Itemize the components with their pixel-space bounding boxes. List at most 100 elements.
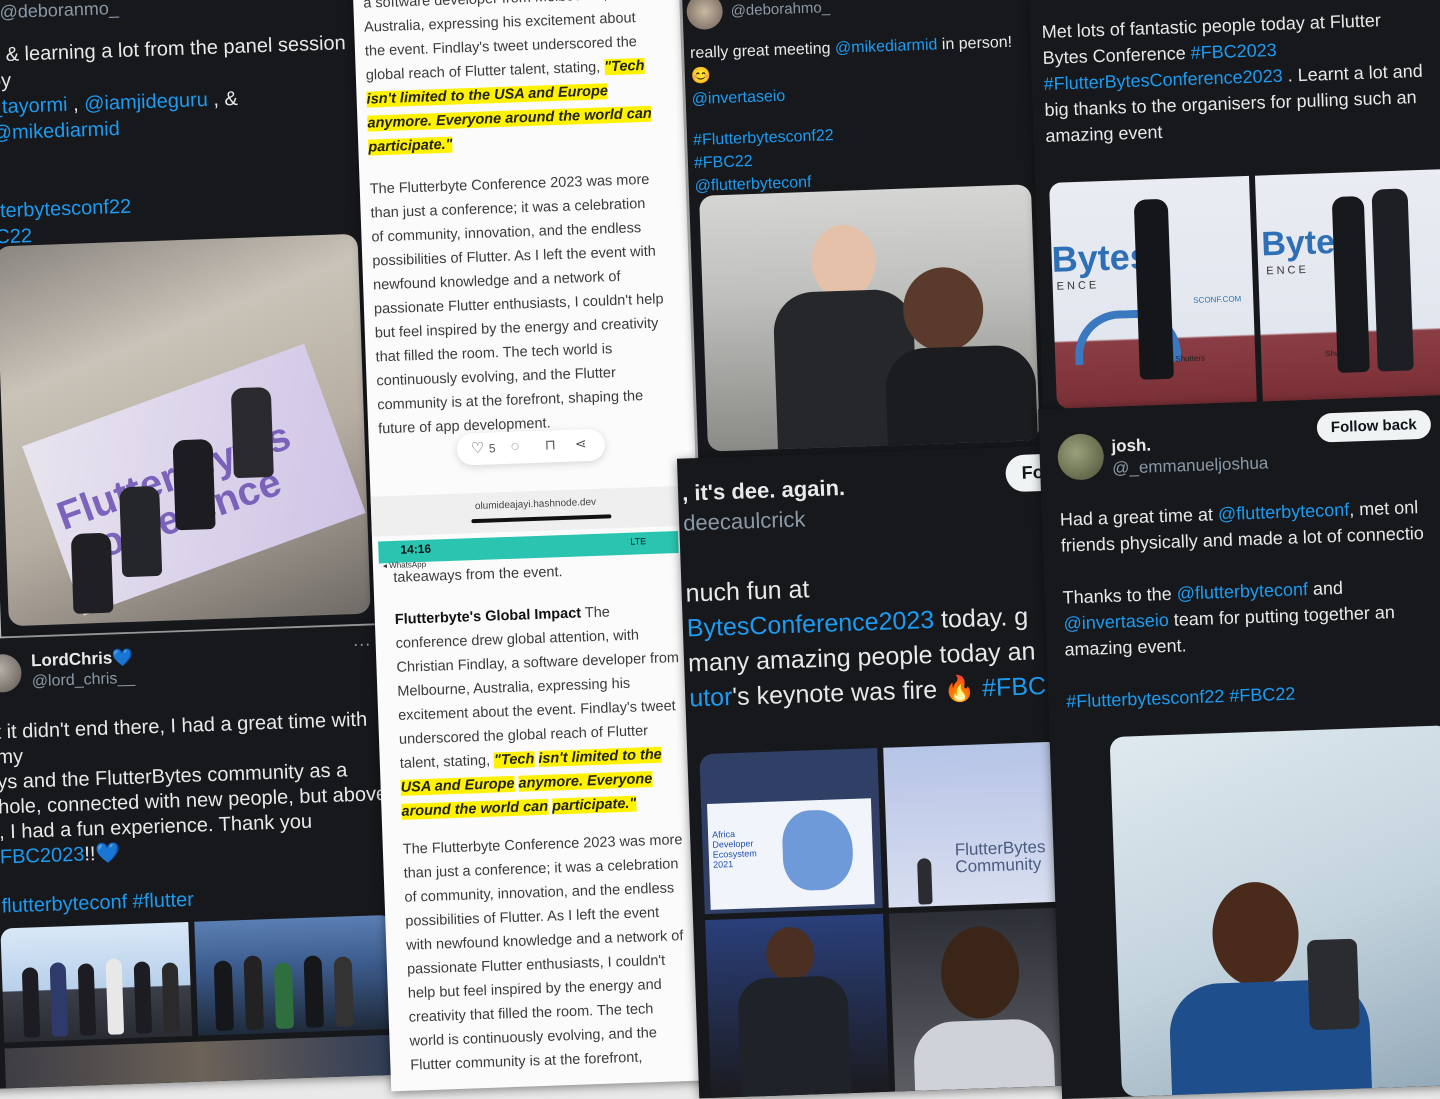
display-name-text: LordChris (30, 648, 113, 671)
person-figure (1371, 188, 1414, 372)
highlighted-quote: participate." (551, 795, 637, 815)
display-name[interactable]: , it's dee. again. (682, 475, 846, 507)
community-photo[interactable]: FlutterBytes Community (883, 741, 1067, 908)
banner-subtext: ENCE (1266, 263, 1310, 278)
tweet-line-text: Thanks to the (1062, 583, 1178, 608)
share-icon[interactable]: ⋖ (575, 435, 587, 452)
user-avatar[interactable] (686, 0, 724, 31)
group-photo[interactable] (4, 1034, 398, 1089)
slide-photo[interactable]: Africa Developer Ecosystem 2021 (699, 747, 883, 915)
tweet-text: Had a great time at @flutterbyteconf, me… (1059, 493, 1440, 715)
url-text[interactable]: olumideajayi.hashnode.dev (475, 497, 597, 512)
person-face (1210, 880, 1301, 988)
tweet-card-deecaulcrick: , it's dee. again. deecaulcrick Fo nuch … (676, 445, 1078, 1099)
mention-link[interactable]: _tayormi (0, 94, 68, 119)
tweet-card-emmanueljoshua: josh. @_emmanueljoshua Follow back Had a… (1038, 395, 1440, 1099)
tweet-line-text: Had a great time at (1059, 504, 1219, 530)
article-screenshot: a software developer from Melbourne, Aus… (352, 0, 718, 1092)
tweet-card-fbc2023: Met lots of fantastic people today at Fl… (1028, 0, 1440, 428)
tweet-line-tail: , met onl (1348, 497, 1419, 520)
mention-link[interactable]: @iamjideguru (84, 89, 208, 115)
sponsor-logo: Shutters (1175, 353, 1206, 364)
mention-link[interactable]: @mikediarmid (835, 36, 938, 57)
hashtag-link[interactable]: BytesConference2023 (686, 606, 934, 643)
signal-icon: LTE (630, 536, 647, 547)
selfie-photo[interactable] (699, 184, 1040, 452)
phone-icon (1306, 938, 1360, 1031)
home-indicator (471, 514, 612, 524)
article-top-lines: a software developer from Melbourne, Aus… (363, 0, 659, 160)
person-shirt (884, 344, 1038, 450)
group-photo[interactable] (194, 914, 397, 1036)
attendees-photo[interactable] (705, 913, 890, 1098)
speaker-figure (119, 485, 163, 578)
heart-icon: 💙 (111, 647, 134, 668)
speaker-figure (70, 532, 114, 614)
mirror-selfie-photo[interactable] (1109, 725, 1440, 1097)
speaker-figure (230, 386, 274, 479)
tweet-line-text: Bytes Conference (1042, 42, 1192, 69)
tweet-text: t it didn't end there, I had a great tim… (0, 707, 400, 920)
highlighted-quote: "Tech (493, 751, 535, 769)
tweet-card-lordchris: LordChris💙 @lord_chris__ ··· t it didn't… (0, 624, 400, 1090)
hashtag-link[interactable]: FBC2023 (0, 844, 85, 869)
hashtag-link[interactable]: #FBC (982, 672, 1047, 702)
tweet-handle[interactable]: @_emmanueljoshua (1112, 453, 1269, 478)
article-paragraph: The Flutterbyte Conference 2023 was more… (402, 828, 696, 1078)
bookmark-icon[interactable]: ⊓ (545, 436, 557, 453)
more-options-icon[interactable]: ··· (352, 633, 371, 655)
mention-link[interactable]: @mikediarmid (0, 118, 120, 144)
selfie-photo[interactable] (888, 907, 1074, 1092)
tweet-handle[interactable]: @deboranmo_ (0, 0, 119, 23)
separator: , & (207, 87, 239, 111)
tweet-line-tail: !!💙 (83, 842, 121, 866)
display-name[interactable]: josh. (1111, 435, 1151, 456)
highlighted-quote: "Tech (603, 57, 645, 76)
article-bottom-section: takeaways from the event. Flutterbyte's … (393, 556, 697, 1091)
mention-link[interactable]: @invertaseio (1063, 610, 1169, 634)
display-name[interactable]: LordChris💙 (31, 648, 134, 672)
tweet-card-deborahmo-selfie: @deborahmo_ really great meeting @mikedi… (681, 0, 1051, 460)
highlighted-quote: participate." (368, 136, 453, 156)
user-avatar[interactable] (0, 653, 23, 693)
tweet-line-text: really great meeting (689, 39, 836, 63)
person-face (810, 223, 877, 300)
article-paragraph: Flutterbyte's Global Impact The conferen… (394, 598, 687, 824)
article-top-section: a software developer from Melbourne, Aus… (363, 0, 669, 455)
article-paragraph: The Flutterbyte Conference 2023 was more… (369, 171, 664, 438)
conference-photo[interactable]: Bytes ENCE Shutters (1254, 168, 1440, 402)
mention-link[interactable]: @flutterbyteconf (1176, 579, 1308, 604)
africa-map (781, 808, 855, 892)
community-banner-text: FlutterBytes Community (954, 837, 1046, 877)
presentation-slide: Africa Developer Ecosystem 2021 (707, 798, 875, 910)
person-figure (1331, 195, 1370, 373)
banner-url: SCONF.COM (1193, 294, 1242, 305)
tweet-handle[interactable]: deecaulcrick (683, 506, 806, 536)
panel-session-photo[interactable]: Flutter Bytes Conference (0, 233, 371, 627)
tweet-line-tail: 's keynote was fire 🔥 (731, 674, 983, 711)
comment-icon[interactable]: ◌ (511, 438, 520, 454)
like-count: 5 (488, 441, 496, 456)
person-figure (1133, 198, 1174, 380)
tweet-line-tail: today. g (933, 602, 1029, 634)
mention-link[interactable]: utor (689, 683, 733, 712)
speaker-figure (172, 438, 216, 531)
tweet-handle[interactable]: @deborahmo_ (730, 0, 830, 20)
tweet-line-tail: and (1307, 577, 1344, 600)
article-action-bar: ♡ 5 ◌ ⊓ ⋖ (456, 428, 606, 466)
user-avatar[interactable] (1056, 433, 1105, 481)
mention-link[interactable]: @flutterbyteconf (1218, 500, 1350, 525)
follow-back-button[interactable]: Follow back (1316, 409, 1432, 443)
browser-bar: olumideajayi.hashnode.dev (370, 485, 698, 537)
tweet-handle[interactable]: @lord_chris__ (31, 670, 135, 692)
banner-subtext: ENCE (1056, 279, 1100, 293)
conference-photo[interactable]: Bytes ENCE SCONF.COM Shutters (1049, 175, 1257, 409)
separator: , (67, 93, 85, 116)
tweet-text: Met lots of fantastic people today at Fl… (1041, 4, 1440, 149)
hashtag-link[interactable]: #FBC2023 (1190, 40, 1277, 63)
section-heading: Flutterbyte's Global Impact (394, 605, 582, 628)
slide-title: Africa Developer Ecosystem 2021 (711, 828, 757, 870)
like-icon[interactable]: ♡ (471, 439, 485, 457)
group-photo[interactable] (0, 921, 193, 1043)
tweet-line-tail: team for putting together an (1168, 602, 1396, 630)
